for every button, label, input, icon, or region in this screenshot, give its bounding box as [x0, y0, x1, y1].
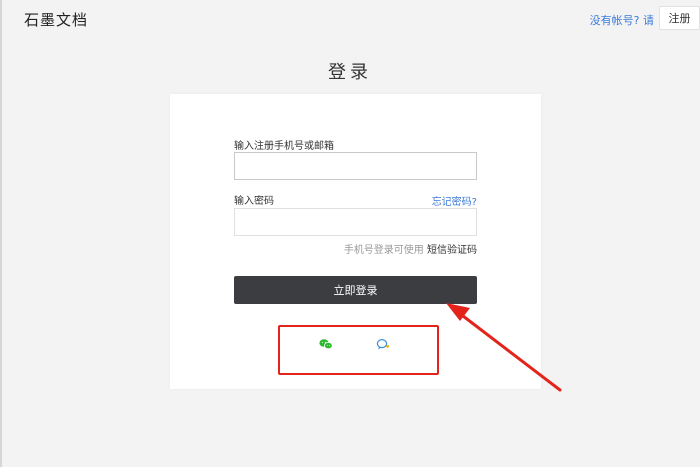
- arrow-annotation: [446, 303, 562, 392]
